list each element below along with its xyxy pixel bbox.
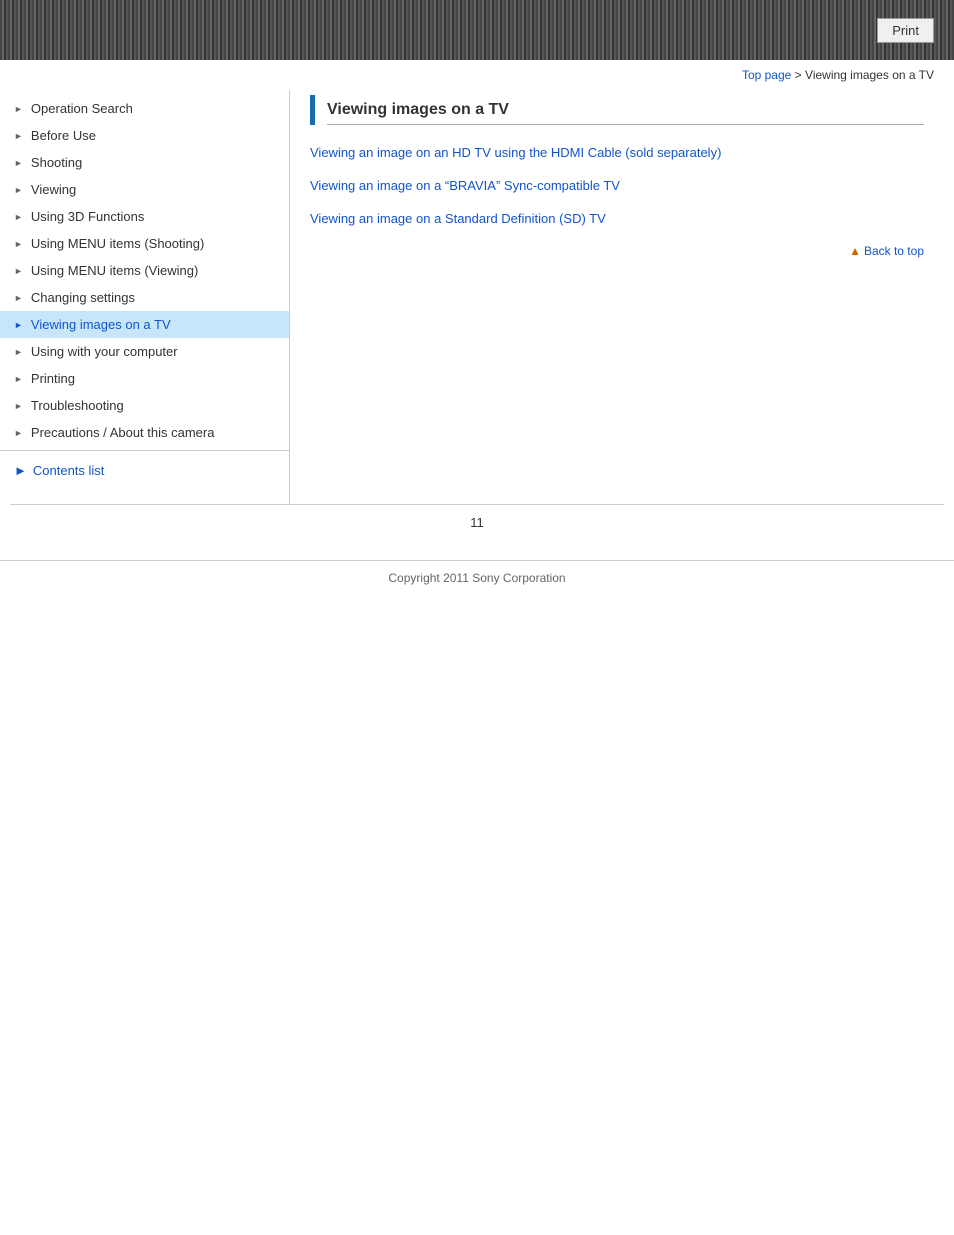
breadcrumb-separator: > <box>791 68 805 82</box>
sidebar-item-label: Changing settings <box>31 290 135 305</box>
arrow-icon: ► <box>14 185 23 195</box>
breadcrumb: Top page > Viewing images on a TV <box>0 60 954 90</box>
arrow-icon: ► <box>14 266 23 276</box>
arrow-icon: ► <box>14 428 23 438</box>
sidebar-divider <box>0 450 289 451</box>
sidebar-item-label: Printing <box>31 371 75 386</box>
hdmi-link[interactable]: Viewing an image on an HD TV using the H… <box>310 145 924 160</box>
sidebar-item-printing[interactable]: ► Printing <box>0 365 289 392</box>
sidebar-item-label: Using 3D Functions <box>31 209 144 224</box>
arrow-icon: ► <box>14 293 23 303</box>
back-to-top[interactable]: ▲Back to top <box>310 244 924 258</box>
sidebar-item-shooting[interactable]: ► Shooting <box>0 149 289 176</box>
sidebar: ► Operation Search ► Before Use ► Shooting ► Vi… <box>0 90 290 504</box>
sidebar-item-label: Viewing images on a TV <box>31 317 171 332</box>
arrow-icon: ► <box>14 374 23 384</box>
sidebar-item-changing-settings[interactable]: ► Changing settings <box>0 284 289 311</box>
main-layout: ► Operation Search ► Before Use ► Shooting ► Vi… <box>0 90 954 504</box>
sidebar-item-label: Troubleshooting <box>31 398 124 413</box>
print-button[interactable]: Print <box>877 18 934 43</box>
header-bar: Print <box>0 0 954 60</box>
arrow-icon: ► <box>14 158 23 168</box>
sidebar-item-label: Operation Search <box>31 101 133 116</box>
content-area: Viewing images on a TV Viewing an image … <box>290 90 954 504</box>
back-to-top-icon: ▲ <box>849 244 861 258</box>
sidebar-item-operation-search[interactable]: ► Operation Search <box>0 95 289 122</box>
footer-copyright: Copyright 2011 Sony Corporation <box>0 560 954 595</box>
breadcrumb-current: Viewing images on a TV <box>805 68 934 82</box>
page-title-bar: Viewing images on a TV <box>310 95 924 125</box>
sidebar-item-label: Viewing <box>31 182 76 197</box>
arrow-icon: ► <box>14 104 23 114</box>
sidebar-item-using-with-computer[interactable]: ► Using with your computer <box>0 338 289 365</box>
sidebar-item-label: Using MENU items (Shooting) <box>31 236 204 251</box>
title-blue-accent <box>310 95 315 125</box>
sidebar-item-using-3d-functions[interactable]: ► Using 3D Functions <box>0 203 289 230</box>
sidebar-item-viewing[interactable]: ► Viewing <box>0 176 289 203</box>
sd-tv-link[interactable]: Viewing an image on a Standard Definitio… <box>310 211 924 226</box>
arrow-icon: ► <box>14 401 23 411</box>
back-to-top-label: Back to top <box>864 244 924 258</box>
sidebar-item-label: Using with your computer <box>31 344 178 359</box>
sidebar-item-using-menu-viewing[interactable]: ► Using MENU items (Viewing) <box>0 257 289 284</box>
arrow-icon: ► <box>14 347 23 357</box>
arrow-icon: ► <box>14 239 23 249</box>
page-title: Viewing images on a TV <box>327 95 924 125</box>
sidebar-item-label: Precautions / About this camera <box>31 425 215 440</box>
sidebar-item-label: Before Use <box>31 128 96 143</box>
sidebar-item-viewing-images-tv[interactable]: ► Viewing images on a TV <box>0 311 289 338</box>
arrow-icon: ► <box>14 320 23 330</box>
sidebar-item-troubleshooting[interactable]: ► Troubleshooting <box>0 392 289 419</box>
bravia-link[interactable]: Viewing an image on a “BRAVIA” Sync-comp… <box>310 178 924 193</box>
sidebar-item-before-use[interactable]: ► Before Use <box>0 122 289 149</box>
contents-list-link[interactable]: ► Contents list <box>0 455 289 484</box>
page-number: 11 <box>0 505 954 540</box>
arrow-right-icon: ► <box>14 463 27 478</box>
arrow-icon: ► <box>14 131 23 141</box>
contents-list-label: Contents list <box>33 463 105 478</box>
breadcrumb-top-link[interactable]: Top page <box>742 68 791 82</box>
sidebar-item-precautions[interactable]: ► Precautions / About this camera <box>0 419 289 446</box>
sidebar-item-using-menu-shooting[interactable]: ► Using MENU items (Shooting) <box>0 230 289 257</box>
arrow-icon: ► <box>14 212 23 222</box>
sidebar-item-label: Using MENU items (Viewing) <box>31 263 198 278</box>
sidebar-item-label: Shooting <box>31 155 82 170</box>
